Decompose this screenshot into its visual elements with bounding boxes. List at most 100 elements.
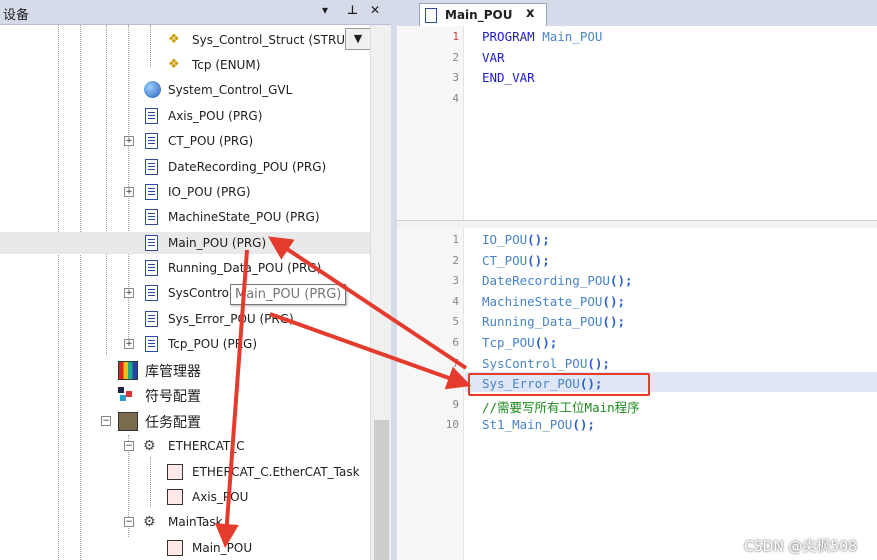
watermark: CSDN @尖枫508: [744, 539, 858, 555]
code-line: Tcp_POU();: [482, 335, 558, 350]
pou-icon: [145, 133, 158, 149]
tree-item-ethercat-c[interactable]: − ⚙ ETHERCAT_C: [0, 435, 370, 457]
line-number: 2: [452, 50, 459, 64]
struct-icon: ❖: [168, 32, 180, 47]
tree-item-label: System_Control_GVL: [168, 83, 293, 97]
pou-icon: [145, 108, 158, 124]
call-icon: [167, 540, 183, 556]
pou-icon: [145, 260, 158, 276]
expand-icon[interactable]: +: [124, 187, 134, 197]
expand-icon[interactable]: +: [124, 136, 134, 146]
enum-icon: ❖: [168, 57, 180, 72]
tree-item-label: Running_Data_POU (PRG): [168, 261, 322, 275]
line-number: 10: [445, 418, 459, 432]
call-icon: [167, 489, 183, 505]
tree-item-label: Main_POU (PRG): [168, 236, 267, 250]
tree-item-io-pou[interactable]: + IO_POU (PRG): [0, 181, 370, 203]
code-line: VAR: [482, 49, 505, 65]
line-number: 7: [452, 356, 459, 370]
panel-title: 设备: [3, 8, 30, 23]
code-line: Running_Data_POU();: [482, 314, 625, 330]
pou-icon: [145, 285, 158, 301]
tab-main-pou[interactable]: Main_POU x: [419, 3, 547, 27]
tree-item-label: Axis_POU (PRG): [168, 109, 263, 123]
tree-item-system-control-gvl[interactable]: System_Control_GVL: [0, 79, 370, 101]
close-panel-button[interactable]: ✕: [370, 3, 380, 17]
tree-item-label: MachineState_POU (PRG): [168, 210, 320, 224]
expand-icon[interactable]: +: [124, 339, 134, 349]
highlight-box: [468, 373, 650, 396]
line-number: 4: [452, 294, 459, 308]
tree-item-tcp-enum[interactable]: ❖ Tcp (ENUM): [0, 54, 370, 76]
tree-item-label: Main_POU: [192, 541, 253, 555]
code-line: PROGRAM Main_POU: [482, 29, 603, 44]
line-number: 4: [452, 91, 459, 105]
line-number: 8: [452, 377, 459, 391]
task-config-icon: [118, 412, 138, 431]
tree-item-maintask[interactable]: − ⚙ MainTask: [0, 511, 370, 533]
line-number: 2: [452, 253, 459, 267]
line-number: 3: [452, 71, 459, 84]
devices-panel-header: 设备 ▾ ⊥ ✕: [0, 0, 391, 25]
symbol-icon: [118, 387, 132, 401]
code-line: St1_Main_POU();: [482, 417, 595, 433]
dropdown-button[interactable]: ▼: [345, 28, 371, 50]
declaration-editor[interactable]: 1 PROGRAM Main_POU 2 VAR 3 END_VAR 4: [397, 26, 877, 220]
pou-icon: [145, 336, 158, 352]
tree-item-axis-pou[interactable]: Axis_POU (PRG): [0, 105, 370, 127]
tree-item-label: 库管理器: [145, 364, 201, 380]
line-number: 1: [452, 233, 459, 246]
code-line: MachineState_POU();: [482, 293, 625, 309]
tree-item-label: 符号配置: [145, 389, 201, 405]
line-number: 6: [452, 336, 459, 349]
tree-item-task-config[interactable]: − 任务配置: [0, 410, 370, 432]
collapse-icon[interactable]: −: [101, 416, 111, 426]
task-icon: ⚙: [143, 514, 156, 530]
tree-item-library-manager[interactable]: 库管理器: [0, 359, 370, 381]
scrollbar-thumb[interactable]: [374, 420, 389, 560]
pou-icon: [145, 209, 158, 225]
pou-icon: [145, 184, 158, 200]
pin-icon[interactable]: ⊥: [347, 3, 358, 17]
code-line: END_VAR: [482, 70, 535, 85]
tree-item-label: Sys_Control_Struct (STRUC: [192, 33, 354, 47]
tree-item-sys-control-struct[interactable]: ❖ Sys_Control_Struct (STRUC: [0, 29, 370, 51]
editor-tab-bar: Main_POU x: [397, 0, 877, 27]
tree-scrollbar[interactable]: [370, 25, 392, 560]
panel-menu-button[interactable]: ▾: [322, 3, 328, 17]
tree-item-label: SysContro: [168, 286, 230, 300]
tree-item-label: Axis_POU: [192, 490, 249, 504]
collapse-icon[interactable]: −: [124, 517, 134, 527]
tooltip: Main_POU (PRG): [230, 284, 347, 305]
tree-item-ct-pou[interactable]: + CT_POU (PRG): [0, 130, 370, 152]
tree-item-symbol-config[interactable]: 符号配置: [0, 384, 370, 406]
collapse-icon[interactable]: −: [124, 441, 134, 451]
tree-item-label: IO_POU (PRG): [168, 185, 251, 199]
tree-item-label: MainTask: [168, 515, 223, 529]
tree-item-running-data-pou[interactable]: Running_Data_POU (PRG): [0, 257, 370, 279]
close-tab-button[interactable]: x: [526, 6, 534, 21]
tree-item-machinestate-pou[interactable]: MachineState_POU (PRG): [0, 206, 370, 228]
library-icon: [118, 361, 138, 380]
line-number: 3: [452, 274, 459, 288]
tree-item-sys-error-pou[interactable]: Sys_Error_POU (PRG): [0, 308, 370, 330]
tree-item-label: 任务配置: [145, 415, 201, 431]
tree-item-axis-pou-call[interactable]: Axis_POU: [0, 486, 370, 508]
devices-panel: 设备 ▾ ⊥ ✕ ❖ Sys_Control_Struct (STRUC ❖ T…: [0, 0, 392, 560]
tree-item-main-pou[interactable]: Main_POU (PRG): [0, 232, 370, 254]
tree-item-daterecording-pou[interactable]: DateRecording_POU (PRG): [0, 156, 370, 178]
code-line: SysControl_POU();: [482, 355, 610, 371]
line-number: 1: [452, 30, 459, 43]
call-icon: [167, 464, 183, 480]
pou-icon: [145, 235, 158, 251]
code-line: IO_POU();: [482, 232, 550, 247]
expand-icon[interactable]: +: [124, 288, 134, 298]
tab-label: Main_POU: [445, 8, 513, 22]
tree-item-label: Sys_Error_POU (PRG): [168, 312, 294, 326]
tree-item-ethercat-task[interactable]: ETHERCAT_C.EtherCAT_Task: [0, 461, 370, 483]
code-line: CT_POU();: [482, 252, 550, 268]
tree-item-label: ETHERCAT_C.EtherCAT_Task: [192, 465, 360, 479]
tree-item-label: Tcp (ENUM): [192, 58, 261, 72]
tree-item-tcp-pou[interactable]: + Tcp_POU (PRG): [0, 333, 370, 355]
tree-item-main-pou-call[interactable]: Main_POU: [0, 537, 370, 559]
